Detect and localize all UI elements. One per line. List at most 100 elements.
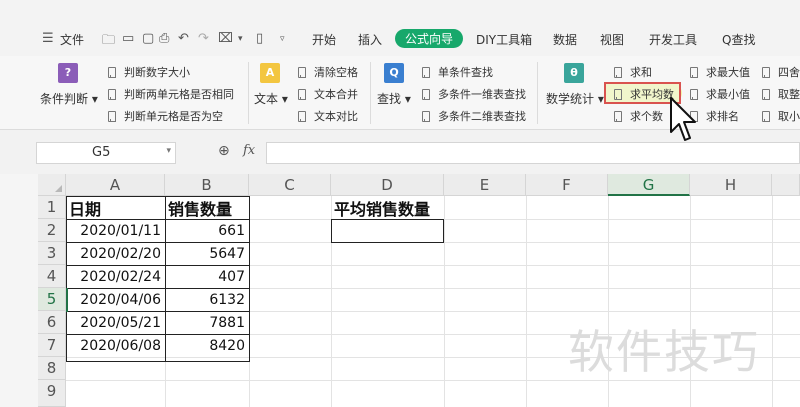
clear-spaces[interactable]: 清除空格 xyxy=(298,64,358,80)
lookup-label[interactable]: 查找 ▾ xyxy=(377,90,411,107)
print-preview-icon[interactable]: ▢ xyxy=(142,31,154,46)
function-icon[interactable]: fx xyxy=(243,143,255,158)
tab-diy-toolbox[interactable]: DIY工具箱 xyxy=(476,31,532,48)
stats-decimal[interactable]: 取小 xyxy=(762,108,800,124)
table-cell-date[interactable]: 2020/01/11 xyxy=(66,219,165,242)
undo-icon[interactable]: ↶ xyxy=(178,31,189,46)
formula-input[interactable] xyxy=(266,142,800,164)
stats-count[interactable]: 求个数 xyxy=(614,108,663,124)
table-cell-qty[interactable]: 8420 xyxy=(165,334,249,357)
table-cell-qty[interactable]: 661 xyxy=(165,219,249,242)
judge-number-size[interactable]: 判断数字大小 xyxy=(108,64,190,80)
condition-check-icon[interactable]: ? xyxy=(58,63,78,83)
ribbon-separator xyxy=(248,62,249,124)
open-folder-icon[interactable]: 🗀 xyxy=(102,31,115,53)
bookmark-icon xyxy=(690,66,698,78)
bookmark-icon xyxy=(422,66,430,78)
table-cell-qty[interactable]: 5647 xyxy=(165,242,249,265)
column-header-g[interactable]: G xyxy=(608,174,690,196)
table-cell-qty[interactable]: 6132 xyxy=(165,288,249,311)
stats-round[interactable]: 四舍五 xyxy=(762,64,800,80)
column-header-b[interactable]: B xyxy=(165,174,249,196)
table-cell-date[interactable]: 2020/05/21 xyxy=(66,311,165,334)
row-header-1[interactable]: 1 xyxy=(38,196,66,219)
mouse-pointer-icon xyxy=(670,97,696,141)
text-merge[interactable]: 文本合并 xyxy=(298,86,358,102)
row-header-9[interactable]: 9 xyxy=(38,380,66,407)
row-header-8[interactable]: 8 xyxy=(38,357,66,380)
zoom-icon[interactable]: ⊕ xyxy=(218,143,230,159)
stats-sum[interactable]: 求和 xyxy=(614,64,652,80)
tab-data[interactable]: 数据 xyxy=(553,31,577,48)
column-header-d[interactable]: D xyxy=(331,174,444,196)
bookmark-icon xyxy=(422,110,430,122)
more-icon[interactable]: ▿ xyxy=(280,34,285,44)
text-compare[interactable]: 文本对比 xyxy=(298,108,358,124)
row-header-2[interactable]: 2 xyxy=(38,219,66,242)
text-icon[interactable]: A xyxy=(260,63,280,83)
column-header-e[interactable]: E xyxy=(444,174,526,196)
lookup-icon[interactable]: Q xyxy=(384,63,404,83)
stats-max[interactable]: 求最大值 xyxy=(690,64,750,80)
stats-min[interactable]: 求最小值 xyxy=(690,86,750,102)
table-cell-qty[interactable]: 407 xyxy=(165,265,249,288)
stats-average[interactable]: 求平均数 xyxy=(614,86,674,102)
text-label[interactable]: 文本 ▾ xyxy=(254,90,288,107)
bookmark-icon xyxy=(762,110,770,122)
watermark-text: 软件技巧 xyxy=(568,325,760,379)
save-icon[interactable]: ▭ xyxy=(122,31,134,46)
row-header-3[interactable]: 3 xyxy=(38,242,66,265)
column-header-a[interactable]: A xyxy=(66,174,165,196)
math-stats-label[interactable]: 数学统计 ▾ xyxy=(546,90,604,107)
dropdown-icon[interactable]: ▾ xyxy=(238,34,243,44)
tab-view[interactable]: 视图 xyxy=(600,31,624,48)
multi-condition-1d-lookup[interactable]: 多条件一维表查找 xyxy=(422,86,526,102)
row-header-7[interactable]: 7 xyxy=(38,334,66,357)
hamburger-menu-icon[interactable]: ☰ xyxy=(42,31,54,46)
bookmark-icon xyxy=(298,88,306,100)
tab-home[interactable]: 开始 xyxy=(312,31,336,48)
multi-condition-2d-lookup[interactable]: 多条件二维表查找 xyxy=(422,108,526,124)
table-cell-date[interactable]: 2020/04/06 xyxy=(66,288,165,311)
header-avg-sales[interactable]: 平均销售数量 xyxy=(334,196,430,219)
select-all-corner[interactable] xyxy=(38,174,66,196)
tab-insert[interactable]: 插入 xyxy=(358,31,382,48)
new-doc-icon[interactable]: ▯ xyxy=(256,31,263,46)
chevron-down-icon[interactable]: ▾ xyxy=(166,146,171,156)
row-header-4[interactable]: 4 xyxy=(38,265,66,288)
bookmark-icon xyxy=(298,66,306,78)
math-stats-icon[interactable]: θ xyxy=(564,63,584,83)
average-result-cell[interactable] xyxy=(331,219,444,243)
judge-two-cells-same[interactable]: 判断两单元格是否相同 xyxy=(108,86,234,102)
column-header-c[interactable]: C xyxy=(249,174,331,196)
format-painter-icon[interactable]: ⌧ xyxy=(218,31,233,46)
table-cell-date[interactable]: 2020/06/08 xyxy=(66,334,165,357)
table-cell-date[interactable]: 2020/02/20 xyxy=(66,242,165,265)
row-header-6[interactable]: 6 xyxy=(38,311,66,334)
name-box[interactable]: G5 ▾ xyxy=(36,142,176,164)
condition-check-label[interactable]: 条件判断 ▾ xyxy=(40,90,98,107)
search-button[interactable]: Q查找 xyxy=(722,31,755,48)
left-margin xyxy=(0,174,38,407)
bookmark-icon xyxy=(614,66,622,78)
header-date[interactable]: 日期 xyxy=(69,196,101,219)
row-header-5[interactable]: 5 xyxy=(38,288,66,311)
single-condition-lookup[interactable]: 单条件查找 xyxy=(422,64,493,80)
tab-developer[interactable]: 开发工具 xyxy=(649,31,697,48)
tab-formula-wizard[interactable]: 公式向导 xyxy=(395,29,464,48)
ribbon-separator xyxy=(370,62,371,124)
file-menu[interactable]: 文件 xyxy=(60,31,84,48)
grid-line xyxy=(772,196,773,407)
column-header-f[interactable]: F xyxy=(526,174,608,196)
stats-integer[interactable]: 取整 xyxy=(762,86,800,102)
table-cell-date[interactable]: 2020/02/24 xyxy=(66,265,165,288)
print-icon[interactable]: ⎙ xyxy=(159,31,169,46)
column-header-partial[interactable] xyxy=(772,174,800,196)
bookmark-icon xyxy=(762,66,770,78)
bookmark-icon xyxy=(614,110,622,122)
judge-cell-empty[interactable]: 判断单元格是否为空 xyxy=(108,108,223,124)
header-sales-qty[interactable]: 销售数量 xyxy=(168,196,232,219)
redo-icon[interactable]: ↷ xyxy=(198,31,209,46)
table-cell-qty[interactable]: 7881 xyxy=(165,311,249,334)
column-header-h[interactable]: H xyxy=(690,174,772,196)
